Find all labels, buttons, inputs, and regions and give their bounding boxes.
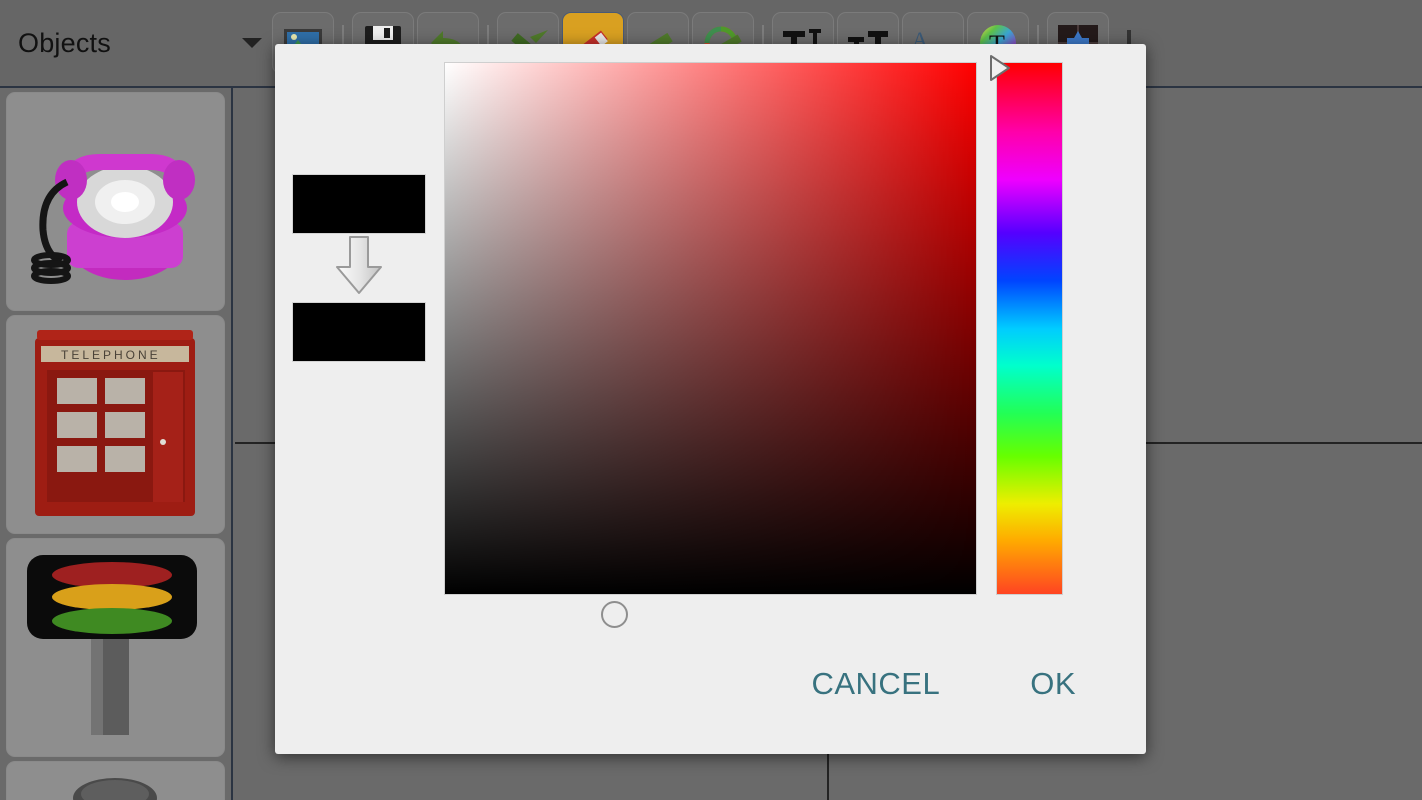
dialog-footer: CANCEL OK [275,614,1146,754]
color-picker-dialog: CANCEL OK [275,44,1146,754]
panel-title: Objects [18,27,111,58]
thumbnail-telephone-pink[interactable] [6,92,225,311]
thumbnail-image [7,539,224,756]
arrow-down-icon [332,235,386,302]
application-root: Objects A TELEPHONE CANCEL OK [0,0,1422,800]
cancel-button[interactable]: CANCEL [803,660,948,708]
svg-text:TELEPHONE: TELEPHONE [61,348,161,362]
transition-arrow [292,234,426,302]
thumbnail-image [7,762,224,800]
thumbnail-traffic-light[interactable] [6,538,225,757]
thumbnail-image [7,93,224,310]
current-color-swatch [292,174,426,234]
hue-slider[interactable] [996,62,1063,595]
thumbnail-telephone-box[interactable]: TELEPHONE [6,315,225,534]
saturation-value-picker[interactable] [444,62,977,628]
color-preview-column [292,174,444,362]
thumbnail-image: TELEPHONE [7,316,224,533]
ok-button[interactable]: OK [1022,660,1084,708]
color-picker-body [275,44,1146,644]
chevron-down-icon[interactable] [235,12,269,74]
objects-sidebar[interactable]: TELEPHONE [0,88,233,800]
thumbnail-partial[interactable] [6,761,225,800]
new-color-swatch [292,302,426,362]
